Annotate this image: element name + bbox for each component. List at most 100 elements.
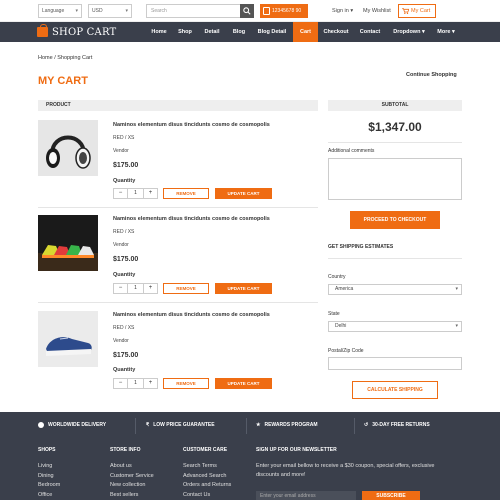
product-image[interactable]	[38, 311, 98, 367]
remove-button[interactable]: REMOVE	[163, 378, 209, 389]
shopping-bag-icon	[37, 24, 48, 37]
subscribe-button[interactable]: SUBSCRIBE	[362, 491, 420, 500]
sneakers-image	[38, 215, 98, 271]
feature-label: WORLDWIDE DELIVERY	[48, 422, 107, 428]
product-image[interactable]	[38, 215, 98, 271]
plus-button[interactable]: +	[143, 379, 157, 388]
footer-link[interactable]: Best sellers	[110, 491, 154, 500]
globe-icon	[38, 421, 44, 428]
footer-link[interactable]: Customer Service	[110, 472, 154, 482]
product-price: $175.00	[113, 256, 139, 263]
quantity-label: Quantity	[113, 272, 136, 278]
feature-rewards: ★ REWARDS PROGRAM	[256, 421, 318, 429]
return-icon: ↺	[364, 422, 369, 428]
subtotal-amount: $1,347.00	[368, 120, 422, 134]
chevron-down-icon: ▾	[455, 323, 458, 329]
product-name[interactable]: Naminos elementum disus tincidunts cosmo…	[113, 122, 270, 128]
footer-link[interactable]: Search Terms	[183, 462, 231, 472]
product-name[interactable]: Naminos elementum disus tincidunts cosmo…	[113, 216, 270, 222]
footer-link[interactable]: About us	[110, 462, 154, 472]
country-value: America	[335, 286, 354, 292]
minus-button[interactable]: −	[114, 284, 128, 293]
country-select[interactable]: America ▾	[328, 284, 462, 295]
minus-button[interactable]: −	[114, 189, 128, 198]
footer-heading-store-info: STORE INFO	[110, 447, 141, 453]
wishlist-link[interactable]: My Wishlist	[363, 4, 391, 18]
chevron-down-icon: ▾	[75, 8, 78, 14]
remove-button[interactable]: REMOVE	[163, 188, 209, 199]
nav-dropdown[interactable]: Dropdown ▾	[388, 22, 430, 42]
rupee-icon: ₹	[146, 422, 150, 428]
zip-input[interactable]	[328, 357, 462, 370]
product-image[interactable]	[38, 120, 98, 176]
proceed-to-checkout-button[interactable]: PROCEED TO CHECKOUT	[350, 211, 440, 229]
nav-shop[interactable]: Shop	[173, 22, 197, 42]
remove-button[interactable]: REMOVE	[163, 283, 209, 294]
zip-label: Postal/Zip Code	[328, 348, 364, 354]
state-select[interactable]: Delhi ▾	[328, 321, 462, 332]
product-variant: RED / XS	[113, 135, 135, 141]
quantity-input[interactable]: 1	[128, 284, 143, 293]
nav-more[interactable]: More ▾	[432, 22, 460, 42]
update-cart-button[interactable]: UPDATE CART	[215, 283, 272, 294]
star-icon: ★	[256, 422, 261, 428]
footer-link[interactable]: Dining	[38, 472, 60, 482]
nav-checkout[interactable]: Checkout	[319, 22, 353, 42]
footer-link[interactable]: Bedroom	[38, 481, 60, 491]
state-label: State	[328, 311, 340, 317]
comments-textarea[interactable]	[328, 158, 462, 200]
footer-link[interactable]: New collection	[110, 481, 154, 491]
quantity-label: Quantity	[113, 367, 136, 373]
newsletter-email-input[interactable]: Enter your email address	[256, 491, 356, 500]
footer-link[interactable]: Orders and Returns	[183, 481, 231, 491]
update-cart-button[interactable]: UPDATE CART	[215, 188, 272, 199]
update-cart-button[interactable]: UPDATE CART	[215, 378, 272, 389]
quantity-input[interactable]: 1	[128, 189, 143, 198]
feature-label: LOW PRICE GUARANTEE	[153, 422, 215, 428]
nav-home[interactable]: Home	[146, 22, 172, 42]
continue-shopping-link[interactable]: Continue Shopping	[406, 72, 457, 78]
footer-links-customer-care: Search Terms Advanced Search Orders and …	[183, 462, 231, 500]
logo[interactable]: SHOP CART	[37, 24, 116, 40]
feature-free-returns: ↺ 30-DAY FREE RETURNS	[364, 421, 430, 429]
newsletter-text: Enter your email bellow to receive a $30…	[256, 463, 435, 478]
footer-link[interactable]: Contact Us	[183, 491, 231, 500]
product-name[interactable]: Naminos elementum disus tincidunts cosmo…	[113, 312, 270, 318]
footer-link[interactable]: Advanced Search	[183, 472, 231, 482]
nav-cart[interactable]: Cart	[293, 22, 318, 42]
breadcrumb[interactable]: Home / Shopping Cart	[38, 55, 92, 61]
divider	[354, 418, 355, 434]
feature-label: REWARDS PROGRAM	[264, 422, 318, 428]
nav-detail[interactable]: Detail	[198, 22, 226, 42]
footer-link[interactable]: Living	[38, 462, 60, 472]
search-input[interactable]: Search	[146, 4, 254, 18]
cart-icon	[402, 8, 409, 14]
signin-link[interactable]: Sign in ▾	[332, 4, 353, 18]
nav-blog[interactable]: Blog	[227, 22, 251, 42]
calculate-shipping-button[interactable]: CALCULATE SHIPPING	[352, 381, 438, 399]
blue-shoe-image	[38, 311, 98, 367]
my-cart-button[interactable]: My Cart	[398, 4, 436, 18]
minus-button[interactable]: −	[114, 379, 128, 388]
currency-select[interactable]: USD ▾	[88, 4, 132, 18]
product-vendor: Vendor	[113, 242, 129, 248]
plus-button[interactable]: +	[143, 189, 157, 198]
currency-select-label: USD	[92, 8, 103, 14]
divider	[328, 142, 462, 143]
nav-contact[interactable]: Contact	[355, 22, 385, 42]
country-label: Country	[328, 274, 346, 280]
divider	[38, 207, 318, 208]
language-select[interactable]: Language ▾	[38, 4, 82, 18]
nav-blog-detail[interactable]: Blog Detail	[252, 22, 292, 42]
plus-button[interactable]: +	[143, 284, 157, 293]
footer-links-store-info: About us Customer Service New collection…	[110, 462, 154, 500]
quantity-stepper: − 1 +	[113, 378, 158, 389]
divider	[135, 418, 136, 434]
footer-link[interactable]: Office	[38, 491, 60, 500]
quantity-input[interactable]: 1	[128, 379, 143, 388]
quantity-label: Quantity	[113, 178, 136, 184]
quantity-stepper: − 1 +	[113, 188, 158, 199]
product-vendor: Vendor	[113, 148, 129, 154]
search-button[interactable]	[240, 4, 254, 18]
phone-badge: 12345678 90	[260, 4, 308, 18]
